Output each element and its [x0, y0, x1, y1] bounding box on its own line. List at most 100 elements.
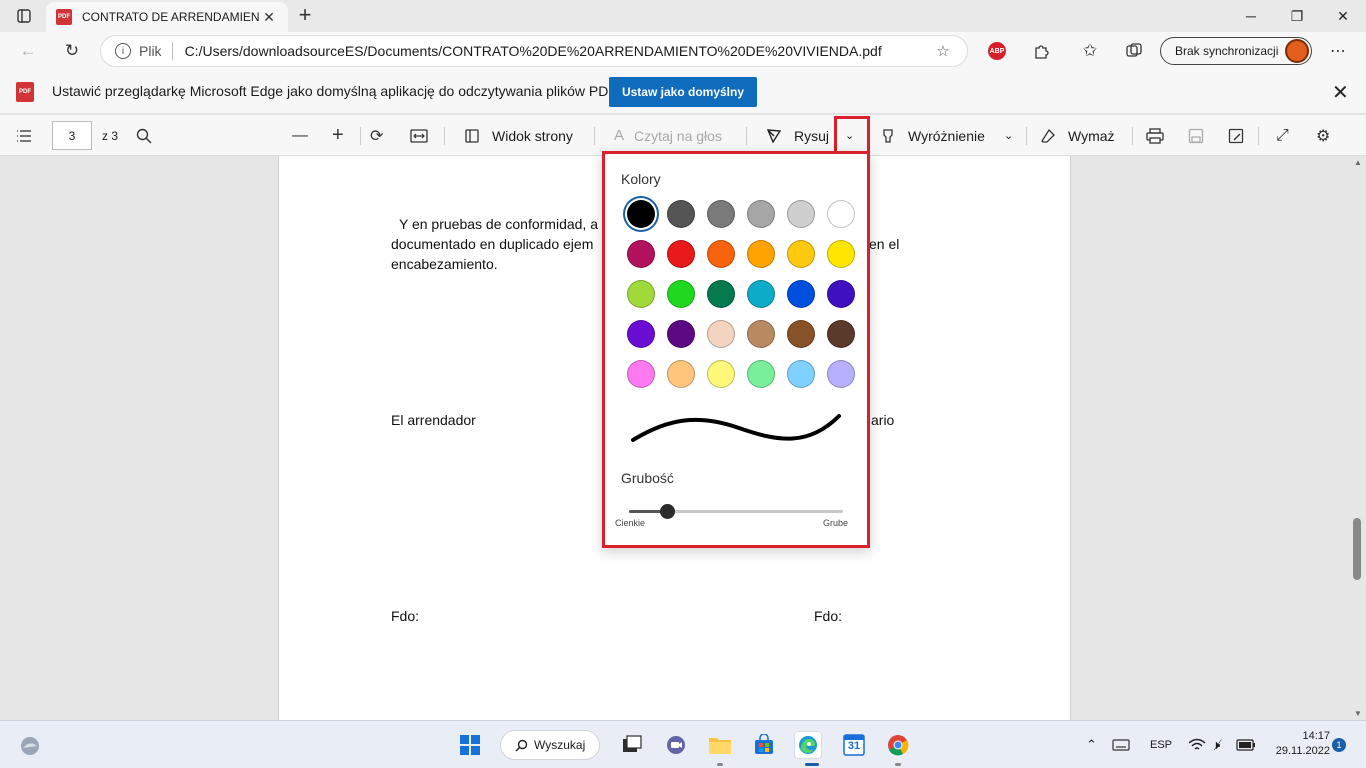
color-swatch[interactable]: [747, 240, 775, 268]
color-swatch[interactable]: [627, 240, 655, 268]
thickness-slider-thumb[interactable]: [660, 504, 676, 519]
scroll-down-icon[interactable]: ▼: [1354, 709, 1362, 718]
teams-chat-icon[interactable]: [662, 731, 690, 759]
browser-tab[interactable]: PDF CONTRATO DE ARRENDAMIENTO ✕: [46, 2, 288, 32]
color-swatch[interactable]: [707, 240, 735, 268]
color-swatch[interactable]: [707, 360, 735, 388]
color-swatch[interactable]: [667, 240, 695, 268]
more-options-icon[interactable]: ⋯: [1324, 38, 1352, 64]
fit-width-icon[interactable]: [410, 115, 428, 156]
wifi-icon[interactable]: [1188, 721, 1206, 768]
chrome-icon[interactable]: [884, 731, 912, 759]
color-swatch[interactable]: [787, 360, 815, 388]
color-swatch[interactable]: [787, 200, 815, 228]
clock[interactable]: 14:17 29.11.2022: [1270, 729, 1330, 759]
collections-icon[interactable]: [1120, 38, 1148, 64]
color-swatch[interactable]: [667, 200, 695, 228]
battery-icon[interactable]: [1236, 721, 1256, 768]
widgets-icon[interactable]: [16, 731, 44, 759]
tab-close-icon[interactable]: ✕: [260, 9, 278, 26]
file-explorer-icon[interactable]: [706, 731, 734, 759]
color-swatch[interactable]: [827, 360, 855, 388]
zoom-in-icon[interactable]: +: [332, 115, 344, 156]
start-icon[interactable]: [456, 731, 484, 759]
new-tab-button[interactable]: +: [292, 4, 318, 28]
save-icon[interactable]: [1188, 115, 1204, 156]
color-swatch[interactable]: [747, 360, 775, 388]
color-swatch[interactable]: [827, 280, 855, 308]
color-swatch[interactable]: [747, 280, 775, 308]
thickness-slider[interactable]: [629, 504, 843, 519]
color-swatch[interactable]: [827, 320, 855, 348]
color-swatch[interactable]: [827, 200, 855, 228]
color-swatch[interactable]: [787, 280, 815, 308]
read-aloud-button[interactable]: A Czytaj na głos: [614, 115, 722, 156]
input-language[interactable]: ESP: [1150, 721, 1172, 768]
stroke-preview: [631, 414, 841, 442]
close-icon[interactable]: ✕: [1332, 80, 1349, 105]
page-total: z 3: [102, 128, 119, 143]
refresh-button[interactable]: ↻: [58, 38, 86, 64]
restore-button[interactable]: ❐: [1274, 0, 1320, 32]
address-bar[interactable]: i Plik C:/Users/downloadsourceES/Documen…: [100, 35, 968, 67]
profile-sync-button[interactable]: Brak synchronizacji: [1160, 37, 1312, 65]
save-as-icon[interactable]: [1228, 115, 1244, 156]
color-swatch[interactable]: [627, 200, 655, 228]
page-number-input[interactable]: 3: [52, 121, 92, 150]
color-swatch[interactable]: [707, 280, 735, 308]
scrollbar-thumb[interactable]: [1353, 518, 1361, 580]
print-icon[interactable]: [1146, 115, 1164, 156]
extensions-icon[interactable]: [1028, 38, 1056, 64]
page-view-label: Widok strony: [492, 127, 573, 144]
taskbar-search[interactable]: Wyszukaj: [500, 730, 600, 760]
keyboard-icon[interactable]: [1112, 721, 1130, 768]
notifications-badge[interactable]: 1: [1332, 738, 1346, 752]
arrendatario-label: ario: [871, 412, 895, 428]
color-swatch[interactable]: [707, 200, 735, 228]
edge-icon[interactable]: [794, 731, 822, 759]
settings-gear-icon[interactable]: ⚙: [1316, 115, 1330, 156]
infobar-message: Ustawić przeglądarkę Microsoft Edge jako…: [52, 83, 625, 99]
color-swatch[interactable]: [707, 320, 735, 348]
erase-button[interactable]: Wymaż: [1040, 115, 1115, 156]
signature-left-label: Fdo:: [391, 608, 420, 624]
zoom-out-icon[interactable]: —: [292, 115, 308, 156]
info-icon[interactable]: i: [115, 43, 131, 59]
url-text[interactable]: C:/Users/downloadsourceES/Documents/CONT…: [185, 43, 933, 59]
color-swatch[interactable]: [627, 320, 655, 348]
page-view-button[interactable]: Widok strony: [464, 115, 573, 156]
color-swatch[interactable]: [747, 320, 775, 348]
set-default-button[interactable]: Ustaw jako domyślny: [609, 77, 757, 107]
add-favorite-icon[interactable]: ☆: [933, 42, 953, 60]
calendar-icon[interactable]: 31: [840, 731, 868, 759]
color-swatch[interactable]: [627, 360, 655, 388]
favorites-icon[interactable]: ✩: [1076, 38, 1104, 64]
adblock-plus-icon[interactable]: ABP: [988, 42, 1006, 60]
color-swatch[interactable]: [827, 240, 855, 268]
tab-actions-icon[interactable]: [10, 6, 38, 26]
color-swatch[interactable]: [627, 280, 655, 308]
fullscreen-icon[interactable]: ⤢: [1276, 115, 1289, 156]
color-swatch[interactable]: [787, 320, 815, 348]
task-view-icon[interactable]: [618, 731, 646, 759]
volume-muted-icon[interactable]: 🕨̸: [1212, 721, 1220, 768]
color-swatch[interactable]: [667, 320, 695, 348]
contents-icon[interactable]: [16, 115, 32, 156]
avatar: [1285, 39, 1309, 63]
microsoft-store-icon[interactable]: [750, 731, 778, 759]
highlight-button[interactable]: Wyróżnienie: [880, 115, 985, 156]
close-window-button[interactable]: ✕: [1320, 0, 1366, 32]
draw-button[interactable]: Rysuj: [766, 115, 829, 156]
minimize-button[interactable]: ─: [1228, 0, 1274, 32]
rotate-icon[interactable]: ⟳: [370, 115, 383, 156]
back-button[interactable]: ←: [14, 38, 42, 64]
highlight-chevron-down-icon[interactable]: ⌄: [1004, 115, 1013, 156]
scroll-up-icon[interactable]: ▲: [1354, 158, 1362, 167]
color-swatch[interactable]: [747, 200, 775, 228]
search-icon[interactable]: [136, 115, 152, 156]
vertical-scrollbar[interactable]: ▲ ▼: [1352, 156, 1362, 720]
color-swatch[interactable]: [787, 240, 815, 268]
show-hidden-icons-chevron-icon[interactable]: ⌃: [1086, 721, 1097, 768]
color-swatch[interactable]: [667, 280, 695, 308]
color-swatch[interactable]: [667, 360, 695, 388]
